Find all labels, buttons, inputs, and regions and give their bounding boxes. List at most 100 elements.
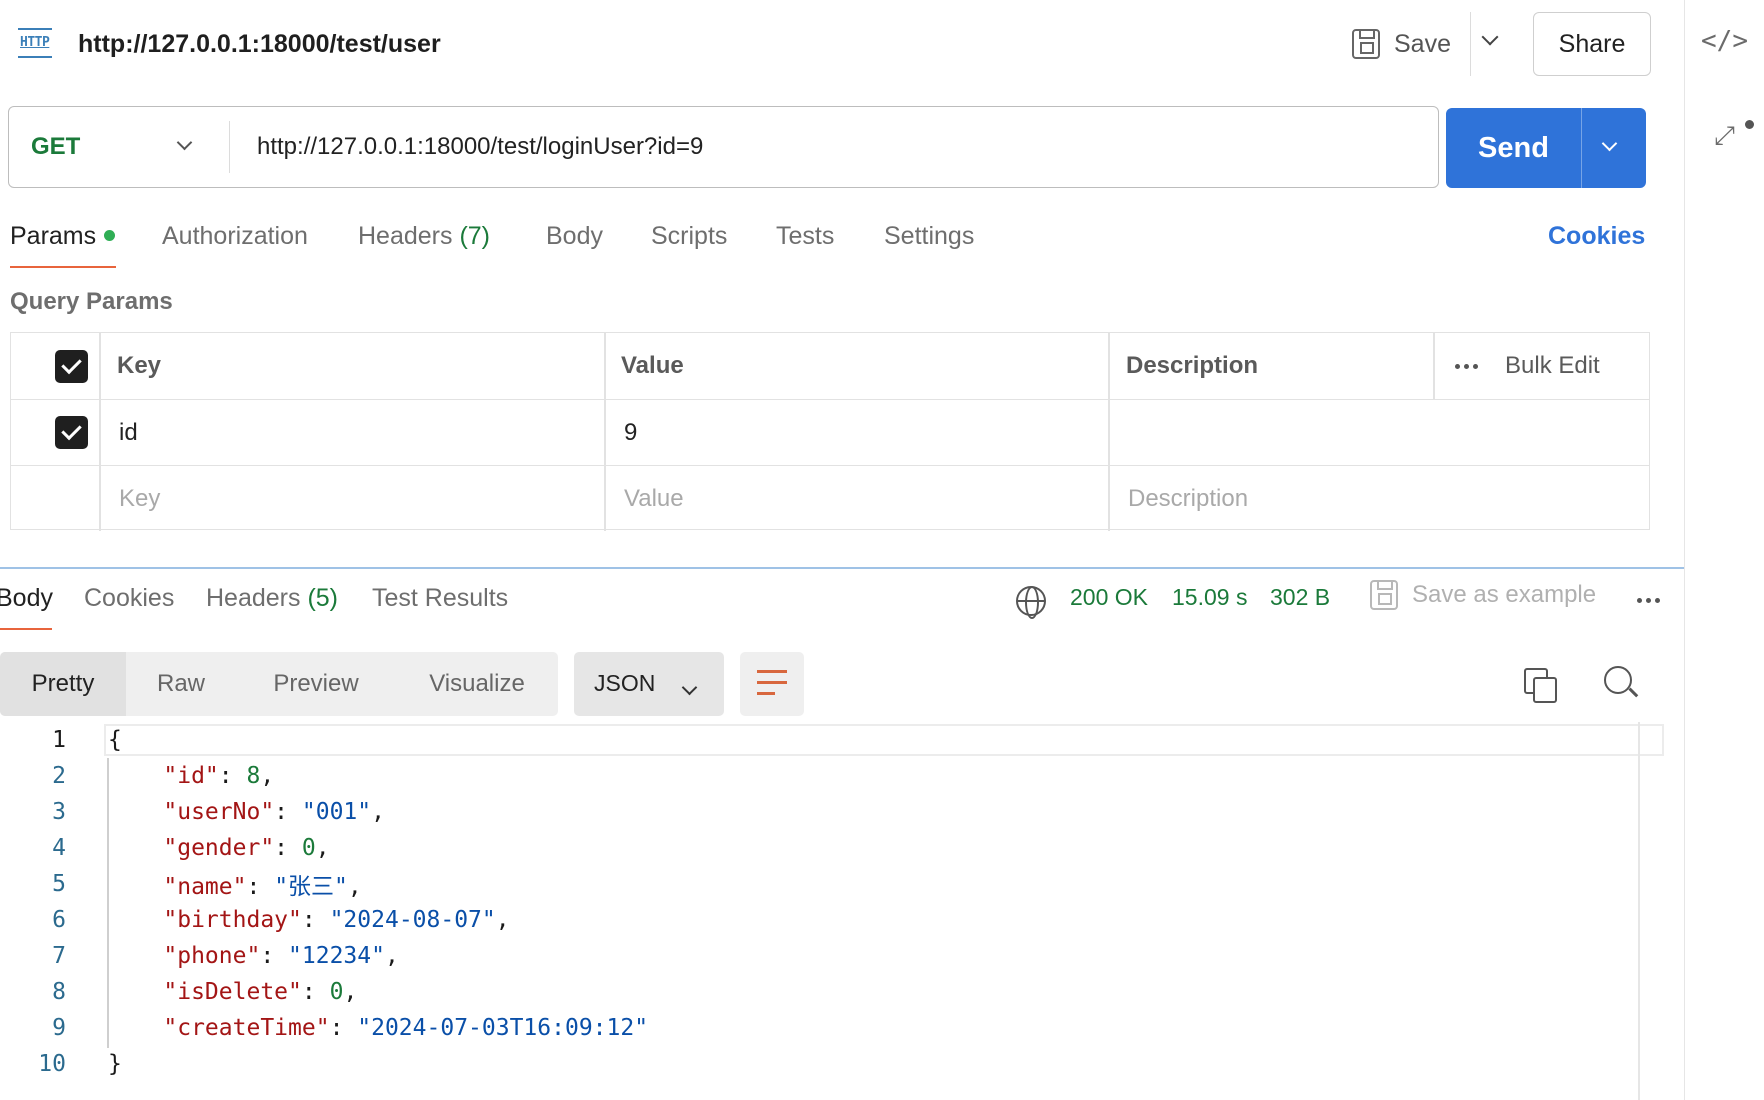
new-key-input[interactable]: Key <box>119 466 160 531</box>
code-line: 3 "userNo": "001", <box>0 794 1640 830</box>
code-text: "id": 8, <box>163 763 275 789</box>
new-value-input[interactable]: Value <box>624 466 684 531</box>
row-checkbox[interactable] <box>55 416 88 449</box>
request-header: HTTP http://127.0.0.1:18000/test/user Sa… <box>0 0 1684 90</box>
line-number: 10 <box>38 1051 66 1077</box>
view-mode-visualize[interactable]: Visualize <box>396 652 558 716</box>
tab-params[interactable]: Params <box>10 222 116 251</box>
expand-icon[interactable]: ⤢ <box>1714 120 1735 152</box>
right-sidebar: </> ⤢ <box>1684 0 1764 1100</box>
copy-icon[interactable] <box>1524 668 1557 703</box>
code-line: 5 "name": "张三", <box>0 866 1640 902</box>
line-number: 2 <box>52 763 66 789</box>
share-button[interactable]: Share <box>1533 12 1651 76</box>
divider <box>1470 12 1471 76</box>
method-chevron-icon[interactable] <box>176 134 193 153</box>
tab-settings[interactable]: Settings <box>884 222 974 251</box>
line-number: 8 <box>52 979 66 1005</box>
response-body-editor[interactable]: 1{2 "id": 8, 3 "userNo": "001", 4 "gender"… <box>0 722 1684 1100</box>
code-text: "phone": "12234", <box>163 943 399 969</box>
save-icon <box>1370 580 1398 610</box>
query-params-title: Query Params <box>10 288 173 315</box>
tab-scripts[interactable]: Scripts <box>651 222 727 251</box>
active-dot-icon <box>104 230 116 241</box>
tab-test-results[interactable]: Test Results <box>372 584 508 613</box>
tab-body[interactable]: Body <box>546 222 603 251</box>
tab-headers-count: (7) <box>459 222 491 250</box>
tab-headers[interactable]: Headers (7) <box>358 222 490 251</box>
request-tabs: Params Authorization Headers (7) Body Sc… <box>0 218 1684 270</box>
globe-icon[interactable] <box>1016 586 1046 619</box>
param-key-cell[interactable]: id <box>119 400 138 465</box>
view-mode-pretty[interactable]: Pretty <box>0 652 126 716</box>
code-text: "createTime": "2024-07-03T16:09:12" <box>163 1015 649 1041</box>
code-line: 7 "phone": "12234", <box>0 938 1640 974</box>
code-line: 4 "gender": 0, <box>0 830 1640 866</box>
http-icon: HTTP <box>18 28 54 60</box>
code-text: "name": "张三", <box>163 874 362 900</box>
tab-response-body[interactable]: Body <box>0 584 53 613</box>
view-mode-preview[interactable]: Preview <box>236 652 396 716</box>
line-number: 9 <box>52 1015 66 1041</box>
chevron-down-icon <box>1481 28 1499 46</box>
select-all-checkbox[interactable] <box>55 349 88 383</box>
param-description-cell[interactable] <box>1128 400 1628 465</box>
url-input[interactable]: http://127.0.0.1:18000/test/loginUser?id… <box>257 133 703 161</box>
new-description-input[interactable]: Description <box>1128 466 1248 531</box>
code-line: 10} <box>0 1046 1640 1082</box>
wrap-lines-icon[interactable] <box>740 652 804 716</box>
more-options-icon[interactable] <box>1637 598 1660 603</box>
code-line: 1{ <box>0 722 1640 758</box>
code-line: 6 "birthday": "2024-08-07", <box>0 902 1640 938</box>
line-number: 3 <box>52 799 66 825</box>
send-button-group: Send <box>1446 108 1646 188</box>
method-select[interactable]: GET <box>31 133 80 161</box>
response-size[interactable]: 302 B <box>1270 584 1330 611</box>
table-header-row: Key Value Description Bulk Edit <box>11 333 1649 399</box>
bulk-edit-button[interactable]: Bulk Edit <box>1505 333 1600 399</box>
code-text: "userNo": "001", <box>163 799 385 825</box>
code-text: "isDelete": 0, <box>163 979 358 1005</box>
main-panel: HTTP http://127.0.0.1:18000/test/user Sa… <box>0 0 1684 1100</box>
tab-response-cookies[interactable]: Cookies <box>84 584 174 613</box>
pane-divider[interactable] <box>0 567 1684 569</box>
code-text: } <box>108 1051 122 1077</box>
line-number: 5 <box>52 871 66 897</box>
more-options-icon[interactable] <box>1455 333 1478 399</box>
tab-response-headers[interactable]: Headers (5) <box>206 584 338 613</box>
send-button[interactable]: Send <box>1446 108 1581 188</box>
active-tab-indicator <box>0 628 52 630</box>
column-divider <box>1433 333 1435 399</box>
line-number: 4 <box>52 835 66 861</box>
tab-authorization[interactable]: Authorization <box>162 222 308 251</box>
search-icon[interactable] <box>1604 666 1632 694</box>
line-number: 1 <box>52 727 66 753</box>
format-select[interactable]: JSON <box>574 652 724 716</box>
tab-response-headers-count: (5) <box>307 584 339 612</box>
divider <box>229 121 230 173</box>
save-as-example-button[interactable]: Save as example <box>1370 580 1596 610</box>
save-icon <box>1352 29 1380 59</box>
code-text: "birthday": "2024-08-07", <box>163 907 510 933</box>
active-tab-indicator <box>10 266 116 268</box>
status-code[interactable]: 200 OK <box>1070 584 1148 611</box>
send-options-chevron-icon[interactable] <box>1601 135 1618 154</box>
request-title[interactable]: http://127.0.0.1:18000/test/user <box>78 30 441 59</box>
cookies-link[interactable]: Cookies <box>1548 222 1645 251</box>
response-view-bar: Pretty Raw Preview Visualize JSON <box>0 652 1684 716</box>
response-tabs: Body Cookies Headers (5) Test Results 20… <box>0 580 1684 634</box>
param-value-cell[interactable]: 9 <box>624 400 637 465</box>
table-row-empty: Key Value Description <box>11 465 1649 531</box>
view-mode-segmented: Pretty Raw Preview Visualize <box>0 652 558 716</box>
response-time[interactable]: 15.09 s <box>1172 584 1247 611</box>
tab-tests[interactable]: Tests <box>776 222 834 251</box>
code-text: { <box>108 727 122 753</box>
save-as-example-label: Save as example <box>1412 581 1597 608</box>
save-options-button[interactable] <box>1481 28 1512 58</box>
save-label: Save <box>1394 29 1451 58</box>
column-value: Value <box>621 352 684 379</box>
save-button[interactable]: Save <box>1352 24 1451 64</box>
code-icon[interactable]: </> <box>1701 26 1748 56</box>
view-mode-raw[interactable]: Raw <box>126 652 236 716</box>
column-key: Key <box>117 352 162 379</box>
